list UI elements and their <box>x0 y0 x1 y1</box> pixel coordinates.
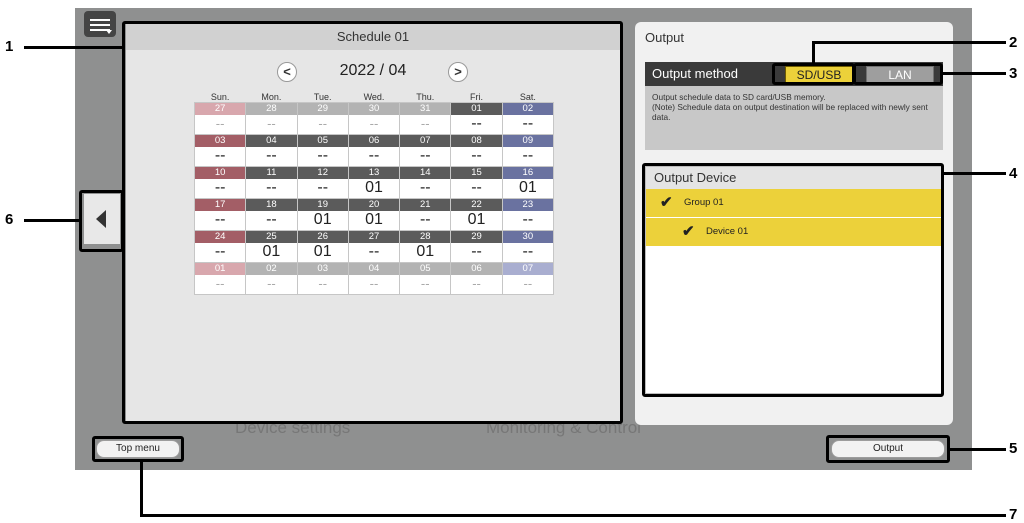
callout-number-5: 5 <box>1009 440 1018 457</box>
callout-line-2a <box>812 41 815 64</box>
callout-line-6 <box>24 219 79 222</box>
callout-line-1 <box>24 46 122 49</box>
callout-frame-top-menu <box>92 436 184 462</box>
callout-frame-lan <box>853 63 943 85</box>
callout-frame-schedule <box>122 21 623 424</box>
callout-number-6: 6 <box>5 211 14 228</box>
callout-frame-device <box>642 163 944 397</box>
callout-line-3 <box>943 72 1006 75</box>
output-method-label: Output method <box>652 66 738 81</box>
output-title: Output <box>645 30 685 45</box>
callout-frame-sd-usb <box>772 63 855 85</box>
callout-number-7: 7 <box>1009 506 1018 523</box>
callout-frame-back <box>79 190 124 252</box>
callout-number-2: 2 <box>1009 34 1018 51</box>
callout-line-4 <box>944 172 1006 175</box>
callout-number-3: 3 <box>1009 65 1018 82</box>
callout-line-2b <box>812 41 1006 44</box>
menu-icon[interactable] <box>84 11 116 37</box>
callout-line-7a <box>140 462 143 517</box>
output-method-description: Output schedule data to SD card/USB memo… <box>652 92 928 122</box>
callout-number-1: 1 <box>5 38 14 55</box>
callout-line-5 <box>950 448 1006 451</box>
callout-number-4: 4 <box>1009 165 1018 182</box>
callout-line-7b <box>140 514 1006 517</box>
callout-frame-output <box>826 435 950 463</box>
